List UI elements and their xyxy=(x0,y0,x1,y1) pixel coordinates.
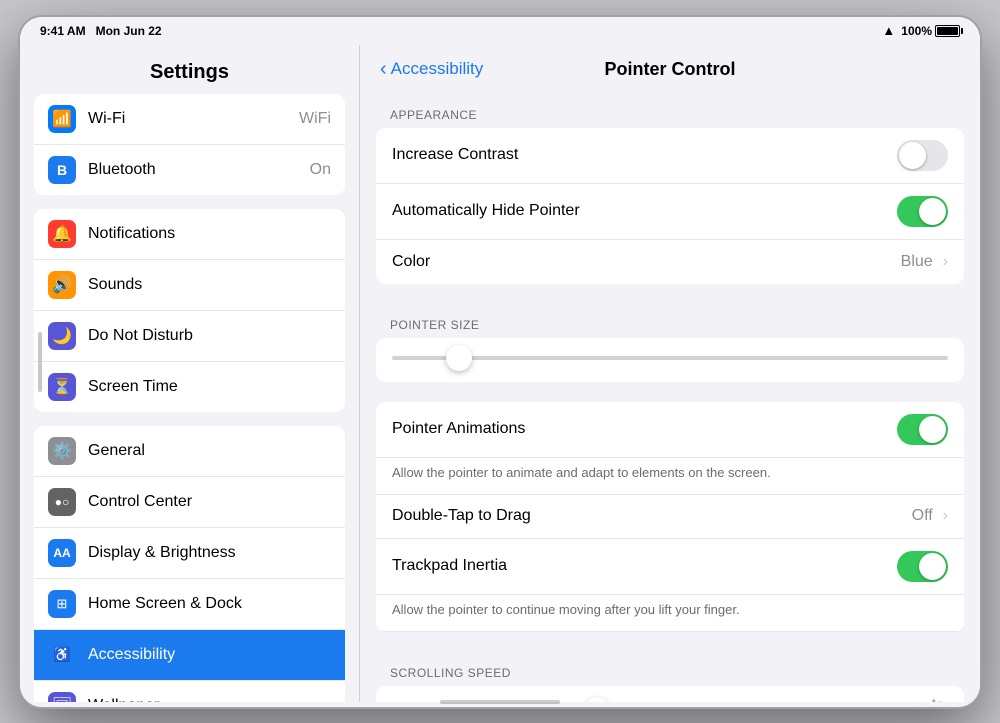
detail-title: Pointer Control xyxy=(605,59,736,80)
label-pointer-animations: Pointer Animations xyxy=(392,420,897,438)
row-double-tap[interactable]: Double-Tap to Drag Off › xyxy=(376,495,964,539)
battery-percentage: 100% xyxy=(901,24,932,38)
sidebar-value-bluetooth: On xyxy=(310,161,331,179)
side-indicator xyxy=(38,332,42,392)
accessibility-icon: ♿ xyxy=(48,641,76,669)
scrolling-speed-slider-thumb[interactable] xyxy=(584,697,610,701)
pointer-size-slider-container xyxy=(376,338,964,382)
back-label: Accessibility xyxy=(391,59,484,79)
label-double-tap: Double-Tap to Drag xyxy=(392,507,912,525)
pointer-size-slider-track xyxy=(392,356,948,360)
sidebar-item-general[interactable]: ⚙️ General xyxy=(34,426,345,477)
label-color: Color xyxy=(392,253,901,271)
home-bar xyxy=(440,700,560,704)
sidebar-item-sounds[interactable]: 🔊 Sounds xyxy=(34,260,345,311)
bluetooth-icon: B xyxy=(48,156,76,184)
sidebar-item-bluetooth[interactable]: B Bluetooth On xyxy=(34,145,345,195)
section-header-scrolling-speed: SCROLLING SPEED xyxy=(376,652,964,686)
sidebar-label-displaybrightness: Display & Brightness xyxy=(88,544,331,562)
toggle-thumb-auto-hide xyxy=(919,198,946,225)
sidebar-label-sounds: Sounds xyxy=(88,276,331,294)
pointer-size-slider-thumb[interactable] xyxy=(446,345,472,371)
status-date: Mon Jun 22 xyxy=(96,24,162,38)
toggle-trackpad-inertia[interactable] xyxy=(897,551,948,582)
row-auto-hide[interactable]: Automatically Hide Pointer xyxy=(376,184,964,240)
description-pointer-animations: Allow the pointer to animate and adapt t… xyxy=(376,458,964,495)
settings-group-pointer-animations: Pointer Animations Allow the pointer to … xyxy=(376,402,964,632)
sidebar-label-screentime: Screen Time xyxy=(88,378,331,396)
sidebar-label-accessibility: Accessibility xyxy=(88,646,331,664)
battery-container: 100% xyxy=(901,24,960,38)
sidebar-item-wallpaper[interactable]: 🖼 Wallpaper xyxy=(34,681,345,702)
sidebar-label-general: General xyxy=(88,442,331,460)
row-increase-contrast[interactable]: Increase Contrast xyxy=(376,128,964,184)
sidebar-value-wifi: WiFi xyxy=(299,110,331,128)
sidebar-title: Settings xyxy=(20,45,359,94)
battery-icon xyxy=(935,25,960,37)
wallpaper-icon: 🖼 xyxy=(48,692,76,702)
back-chevron-icon: ‹ xyxy=(380,59,387,79)
toggle-increase-contrast[interactable] xyxy=(897,140,948,171)
sidebar-group-notifications: 🔔 Notifications 🔊 Sounds 🌙 Do Not Distur… xyxy=(34,209,345,412)
sidebar-item-homescreen[interactable]: ⊞ Home Screen & Dock xyxy=(34,579,345,630)
sidebar-group-general: ⚙️ General ●○ Control Center AA Display … xyxy=(34,426,345,702)
sidebar: Settings 📶 Wi-Fi WiFi B Bluetooth On 🔔 xyxy=(20,45,360,702)
label-trackpad-inertia: Trackpad Inertia xyxy=(392,557,897,575)
value-color: Blue xyxy=(901,253,933,271)
row-pointer-animations[interactable]: Pointer Animations xyxy=(376,402,964,458)
home-indicator xyxy=(20,702,980,707)
row-trackpad-inertia[interactable]: Trackpad Inertia xyxy=(376,539,964,595)
general-icon: ⚙️ xyxy=(48,437,76,465)
detail-header: ‹ Accessibility Pointer Control xyxy=(360,45,980,94)
label-increase-contrast: Increase Contrast xyxy=(392,146,897,164)
value-double-tap: Off xyxy=(912,507,933,525)
toggle-thumb-increase-contrast xyxy=(899,142,926,169)
sidebar-item-notifications[interactable]: 🔔 Notifications xyxy=(34,209,345,260)
wifi-icon: 📶 xyxy=(48,105,76,133)
sidebar-item-wifi[interactable]: 📶 Wi-Fi WiFi xyxy=(34,94,345,145)
settings-group-appearance: Increase Contrast Automatically Hide Poi… xyxy=(376,128,964,284)
detail-panel: ‹ Accessibility Pointer Control APPEARAN… xyxy=(360,45,980,702)
back-button[interactable]: ‹ Accessibility xyxy=(380,59,483,79)
notifications-icon: 🔔 xyxy=(48,220,76,248)
status-bar: 9:41 AM Mon Jun 22 ▲ 100% xyxy=(20,17,980,45)
toggle-thumb-pointer-animations xyxy=(919,416,946,443)
sidebar-group-connectivity: 📶 Wi-Fi WiFi B Bluetooth On xyxy=(34,94,345,195)
screentime-icon: ⏳ xyxy=(48,373,76,401)
sidebar-item-displaybrightness[interactable]: AA Display & Brightness xyxy=(34,528,345,579)
settings-group-pointer-size xyxy=(376,338,964,382)
wifi-status-icon: ▲ xyxy=(882,23,895,38)
toggle-auto-hide[interactable] xyxy=(897,196,948,227)
status-bar-left: 9:41 AM Mon Jun 22 xyxy=(40,24,162,38)
section-header-pointer-size: POINTER SIZE xyxy=(376,304,964,338)
status-bar-right: ▲ 100% xyxy=(882,23,960,38)
sidebar-item-screentime[interactable]: ⏳ Screen Time xyxy=(34,362,345,412)
sidebar-item-controlcenter[interactable]: ●○ Control Center xyxy=(34,477,345,528)
sidebar-label-bluetooth: Bluetooth xyxy=(88,161,310,179)
description-trackpad-inertia: Allow the pointer to continue moving aft… xyxy=(376,595,964,632)
toggle-thumb-trackpad-inertia xyxy=(919,553,946,580)
sidebar-label-controlcenter: Control Center xyxy=(88,493,331,511)
detail-body: APPEARANCE Increase Contrast Automatical… xyxy=(360,94,980,702)
chevron-right-color-icon: › xyxy=(943,253,948,271)
sidebar-item-accessibility[interactable]: ♿ Accessibility xyxy=(34,630,345,681)
battery-fill xyxy=(937,27,958,35)
displaybrightness-icon: AA xyxy=(48,539,76,567)
homescreen-icon: ⊞ xyxy=(48,590,76,618)
status-time: 9:41 AM xyxy=(40,24,86,38)
toggle-pointer-animations[interactable] xyxy=(897,414,948,445)
controlcenter-icon: ●○ xyxy=(48,488,76,516)
sidebar-label-homescreen: Home Screen & Dock xyxy=(88,595,331,613)
sidebar-label-wifi: Wi-Fi xyxy=(88,110,299,128)
donotdisturb-icon: 🌙 xyxy=(48,322,76,350)
label-auto-hide: Automatically Hide Pointer xyxy=(392,202,897,220)
sidebar-label-notifications: Notifications xyxy=(88,225,331,243)
sidebar-label-donotdisturb: Do Not Disturb xyxy=(88,327,331,345)
section-header-appearance: APPEARANCE xyxy=(376,94,964,128)
main-content: Settings 📶 Wi-Fi WiFi B Bluetooth On 🔔 xyxy=(20,45,980,702)
chevron-right-double-tap-icon: › xyxy=(943,507,948,525)
row-color[interactable]: Color Blue › xyxy=(376,240,964,284)
sounds-icon: 🔊 xyxy=(48,271,76,299)
sidebar-item-donotdisturb[interactable]: 🌙 Do Not Disturb xyxy=(34,311,345,362)
